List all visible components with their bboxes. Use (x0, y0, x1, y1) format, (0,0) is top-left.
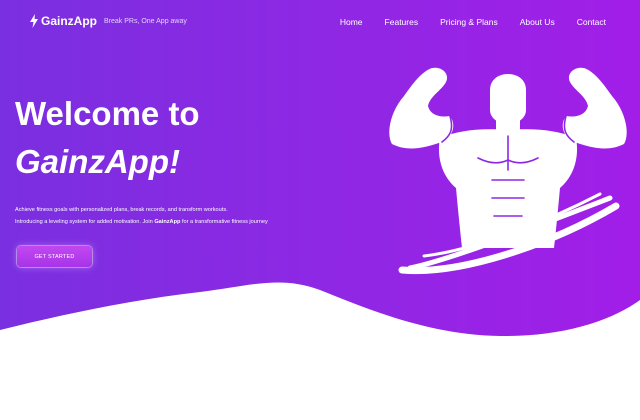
hero-description: Achieve fitness goals with personalized … (15, 204, 355, 228)
description-line-2-end: for a transformative fitness journey (180, 219, 268, 225)
description-line-2: Introducing a leveling system for added … (15, 216, 355, 228)
brand-name: GainzApp (41, 14, 97, 28)
top-navbar: GainzApp Break PRs, One App away Home Fe… (0, 0, 640, 44)
nav-link-features[interactable]: Features (385, 17, 419, 27)
nav-link-home[interactable]: Home (340, 17, 363, 27)
lightning-bolt-icon (30, 14, 38, 28)
nav-link-contact[interactable]: Contact (577, 17, 606, 27)
description-line-1: Achieve fitness goals with personalized … (15, 207, 228, 213)
flexing-strongman-icon (389, 67, 627, 275)
description-line-2-start: Introducing a leveling system for added … (15, 219, 155, 225)
nav-links: Home Features Pricing & Plans About Us C… (340, 17, 606, 27)
brand-logo[interactable]: GainzApp Break PRs, One App away (30, 14, 187, 28)
headline-line-1: Welcome to (15, 95, 200, 132)
headline-line-2: GainzApp! (15, 143, 180, 180)
get-started-button[interactable]: GET STARTED (17, 246, 92, 267)
brand-tagline: Break PRs, One App away (104, 18, 187, 25)
hero-headline: Welcome to GainzApp! (15, 97, 200, 178)
description-brand-name: GainzApp (154, 219, 181, 225)
nav-link-about[interactable]: About Us (520, 17, 555, 27)
nav-link-pricing[interactable]: Pricing & Plans (440, 17, 498, 27)
